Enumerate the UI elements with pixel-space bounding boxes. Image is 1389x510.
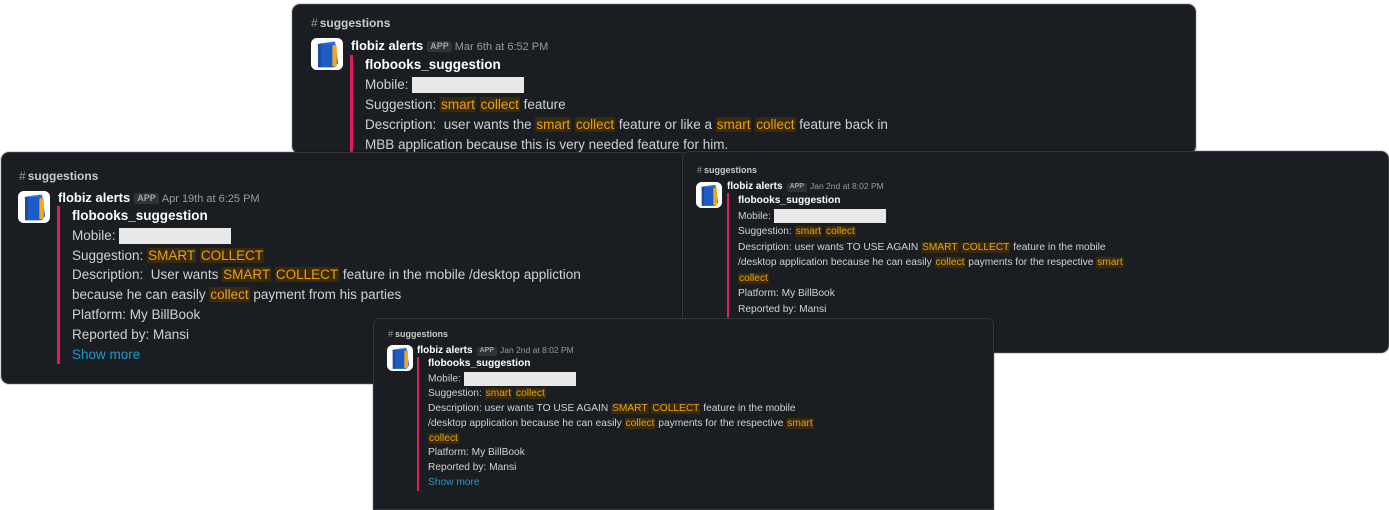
description-row-2: because he can easily collect payment fr… xyxy=(72,287,402,303)
reported-by-row: Reported by: Mansi xyxy=(738,303,827,315)
sender-name[interactable]: flobiz alerts xyxy=(417,345,473,356)
sender-name[interactable]: flobiz alerts xyxy=(351,38,423,53)
avatar[interactable] xyxy=(18,191,50,223)
mobile-row: Mobile: xyxy=(428,371,814,387)
redacted-mobile xyxy=(119,228,232,245)
mobile-row: Mobile: xyxy=(365,75,888,95)
description-row: Description: User wants SMART COLLECT fe… xyxy=(72,267,581,283)
message-card-top: # suggestions flobiz alerts APP Mar 6th at … xyxy=(292,4,1196,154)
app-badge: APP xyxy=(427,41,452,53)
suggestion-row: Suggestion: smart collect feature xyxy=(365,97,566,112)
timestamp[interactable]: Jan 2nd at 8:02 PM xyxy=(500,345,574,355)
app-badge: APP xyxy=(786,183,807,192)
suggestion-row: Suggestion: SMART COLLECT xyxy=(72,247,265,263)
description-row: Description: user wants TO USE AGAIN SMA… xyxy=(428,403,796,415)
description-row: Description: user wants TO USE AGAIN SMA… xyxy=(738,241,1106,253)
app-badge: APP xyxy=(476,347,497,356)
redacted-mobile xyxy=(773,208,886,223)
message-header: flobiz alerts APP Jan 2nd at 8:02 PM xyxy=(727,181,884,192)
hash-icon: # xyxy=(388,329,394,339)
description-row-2: /desktop application because he can easi… xyxy=(428,417,814,429)
message-header: flobiz alerts APP Jan 2nd at 8:02 PM xyxy=(417,345,574,356)
attachment-title: flobooks_suggestion xyxy=(72,208,208,223)
mobile-row: Mobile: xyxy=(738,208,1124,225)
description-row-3: collect xyxy=(738,272,769,284)
sender-name[interactable]: flobiz alerts xyxy=(727,181,783,192)
avatar[interactable] xyxy=(311,38,343,70)
hash-icon: # xyxy=(697,165,703,175)
mobile-row: Mobile: xyxy=(72,226,581,246)
attachment-title: flobooks_suggestion xyxy=(365,57,501,72)
notebook-app-icon xyxy=(311,38,343,70)
attachment: flobooks_suggestion Mobile: Suggestion: … xyxy=(350,55,888,153)
platform-row: Platform: My BillBook xyxy=(738,288,835,299)
reported-by-row: Reported by: Mansi xyxy=(428,462,517,474)
message-header: flobiz alerts APP Mar 6th at 6:52 PM xyxy=(351,38,548,53)
notebook-app-icon xyxy=(387,345,413,371)
description-row-3: collect xyxy=(428,432,459,444)
attachment: flobooks_suggestion Mobile: Suggestion: … xyxy=(727,193,1124,333)
timestamp[interactable]: Mar 6th at 6:52 PM xyxy=(455,41,549,53)
attachment-title: flobooks_suggestion xyxy=(738,195,841,206)
suggestion-row: Suggestion: smart collect xyxy=(428,388,546,400)
show-more-link[interactable]: Show more xyxy=(428,476,814,491)
attachment: flobooks_suggestion Mobile: Suggestion: … xyxy=(417,357,814,491)
message-card-bottom: # suggestions flobiz alerts APP Jan 2nd at … xyxy=(373,318,994,510)
hash-icon: # xyxy=(19,169,26,183)
message-header: flobiz alerts APP Apr 19th at 6:25 PM xyxy=(58,190,260,205)
redacted-mobile xyxy=(412,77,525,94)
suggestion-row: Suggestion: smart collect xyxy=(738,226,856,237)
channel-name[interactable]: # suggestions xyxy=(697,165,757,175)
channel-name[interactable]: # suggestions xyxy=(388,329,448,339)
timestamp[interactable]: Jan 2nd at 8:02 PM xyxy=(810,181,884,191)
attachment-title: flobooks_suggestion xyxy=(428,358,531,369)
avatar[interactable] xyxy=(696,182,722,208)
redacted-mobile xyxy=(463,371,576,386)
platform-row: Platform: My BillBook xyxy=(428,447,525,459)
hash-icon: # xyxy=(311,16,318,30)
channel-name[interactable]: # suggestions xyxy=(311,16,390,30)
notebook-app-icon xyxy=(696,182,722,208)
avatar[interactable] xyxy=(387,345,413,371)
notebook-app-icon xyxy=(18,191,50,223)
app-badge: APP xyxy=(134,193,159,205)
sender-name[interactable]: flobiz alerts xyxy=(58,190,130,205)
channel-name[interactable]: # suggestions xyxy=(19,169,98,183)
description-row: Description: user wants the smart collec… xyxy=(365,117,888,132)
timestamp[interactable]: Apr 19th at 6:25 PM xyxy=(162,193,260,205)
description-row-2: /desktop application because he can easi… xyxy=(738,257,1124,268)
